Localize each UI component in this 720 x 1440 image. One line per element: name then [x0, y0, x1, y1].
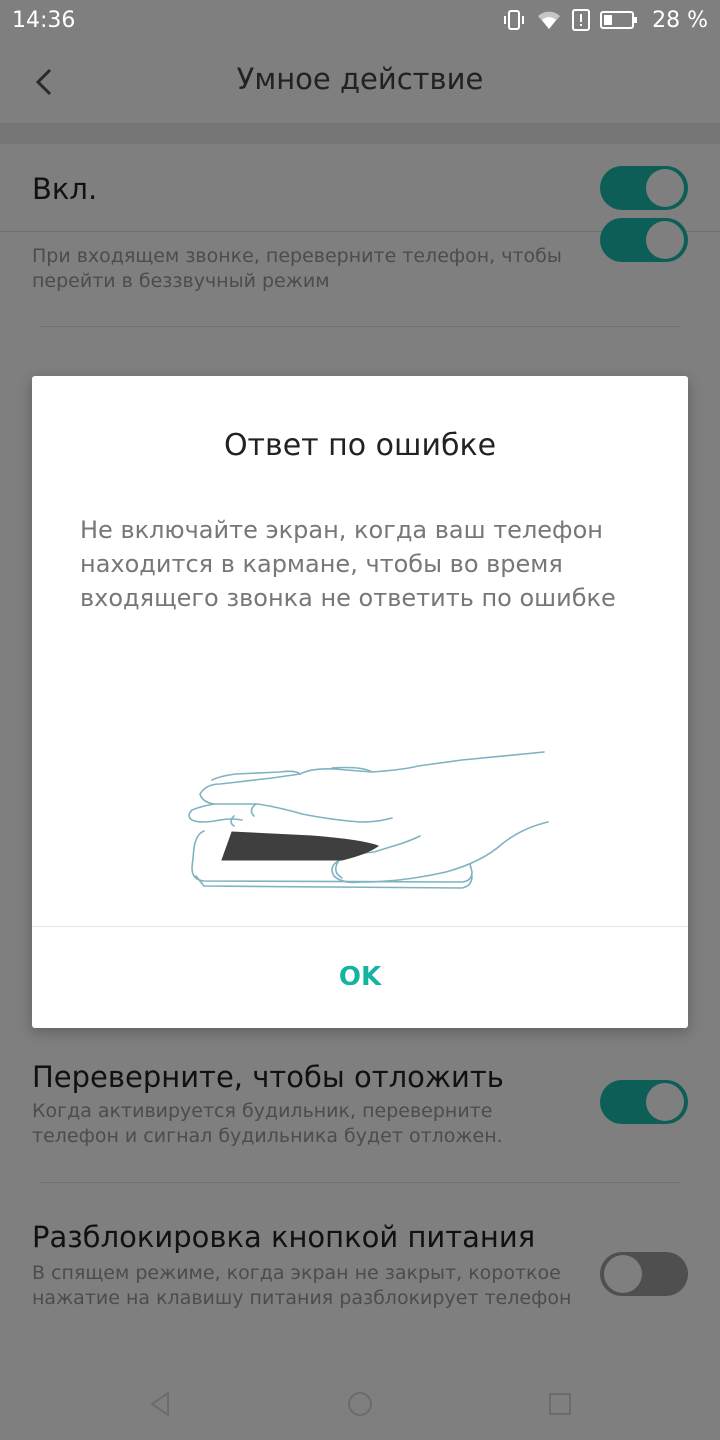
- setting-desc: В спящем режиме, когда экран не закрыт, …: [32, 1262, 572, 1309]
- toggle-knob: [646, 1083, 684, 1121]
- setting-row-flip-snooze[interactable]: Переверните, чтобы отложить Когда активи…: [0, 1056, 720, 1182]
- nav-back-icon[interactable]: [146, 1390, 174, 1418]
- master-toggle[interactable]: [600, 166, 688, 210]
- page-title: Умное действие: [236, 62, 484, 96]
- power-unlock-toggle[interactable]: [600, 1252, 688, 1296]
- setting-desc: Когда активируется будильник, перевернит…: [32, 1100, 503, 1147]
- nav-recents-icon[interactable]: [546, 1390, 574, 1418]
- section-gap: [0, 124, 720, 144]
- vibrate-icon: [504, 10, 525, 30]
- setting-row-flip-mute[interactable]: При входящем звонке, переверните телефон…: [0, 218, 720, 326]
- flip-snooze-toggle[interactable]: [600, 1080, 688, 1124]
- setting-title: Разблокировка кнопкой питания: [32, 1220, 536, 1254]
- error-answer-dialog: Ответ по ошибке Не включайте экран, когд…: [32, 376, 688, 1028]
- ok-button[interactable]: OK: [32, 927, 688, 1027]
- clock: 14:36: [12, 7, 76, 33]
- app-bar: Умное действие: [0, 40, 720, 124]
- nav-home-icon[interactable]: [346, 1390, 374, 1418]
- status-bar: 14:36 28 %: [0, 0, 720, 40]
- dialog-message: Не включайте экран, когда ваш телефон на…: [80, 516, 616, 612]
- divider: [40, 326, 680, 327]
- setting-title: Переверните, чтобы отложить: [32, 1060, 504, 1094]
- wifi-icon: [538, 11, 561, 29]
- battery-icon: [600, 11, 638, 29]
- setting-row-power-unlock[interactable]: Разблокировка кнопкой питания В спящем р…: [0, 1216, 720, 1346]
- master-switch-row[interactable]: Вкл.: [0, 144, 720, 232]
- setting-desc: При входящем звонке, переверните телефон…: [32, 245, 562, 292]
- toggle-knob: [646, 221, 684, 259]
- divider: [40, 1182, 680, 1183]
- flip-mute-toggle[interactable]: [600, 218, 688, 262]
- status-icons: 28 %: [502, 8, 708, 33]
- master-switch-label: Вкл.: [32, 172, 98, 206]
- hand-over-phone-illustration: [188, 751, 549, 889]
- navigation-bar: [0, 1368, 720, 1440]
- alert-icon: [572, 9, 591, 31]
- dialog-title: Ответ по ошибке: [223, 428, 497, 463]
- battery-level: 28 %: [652, 7, 708, 33]
- toggle-knob: [604, 1255, 642, 1293]
- toggle-knob: [646, 169, 684, 207]
